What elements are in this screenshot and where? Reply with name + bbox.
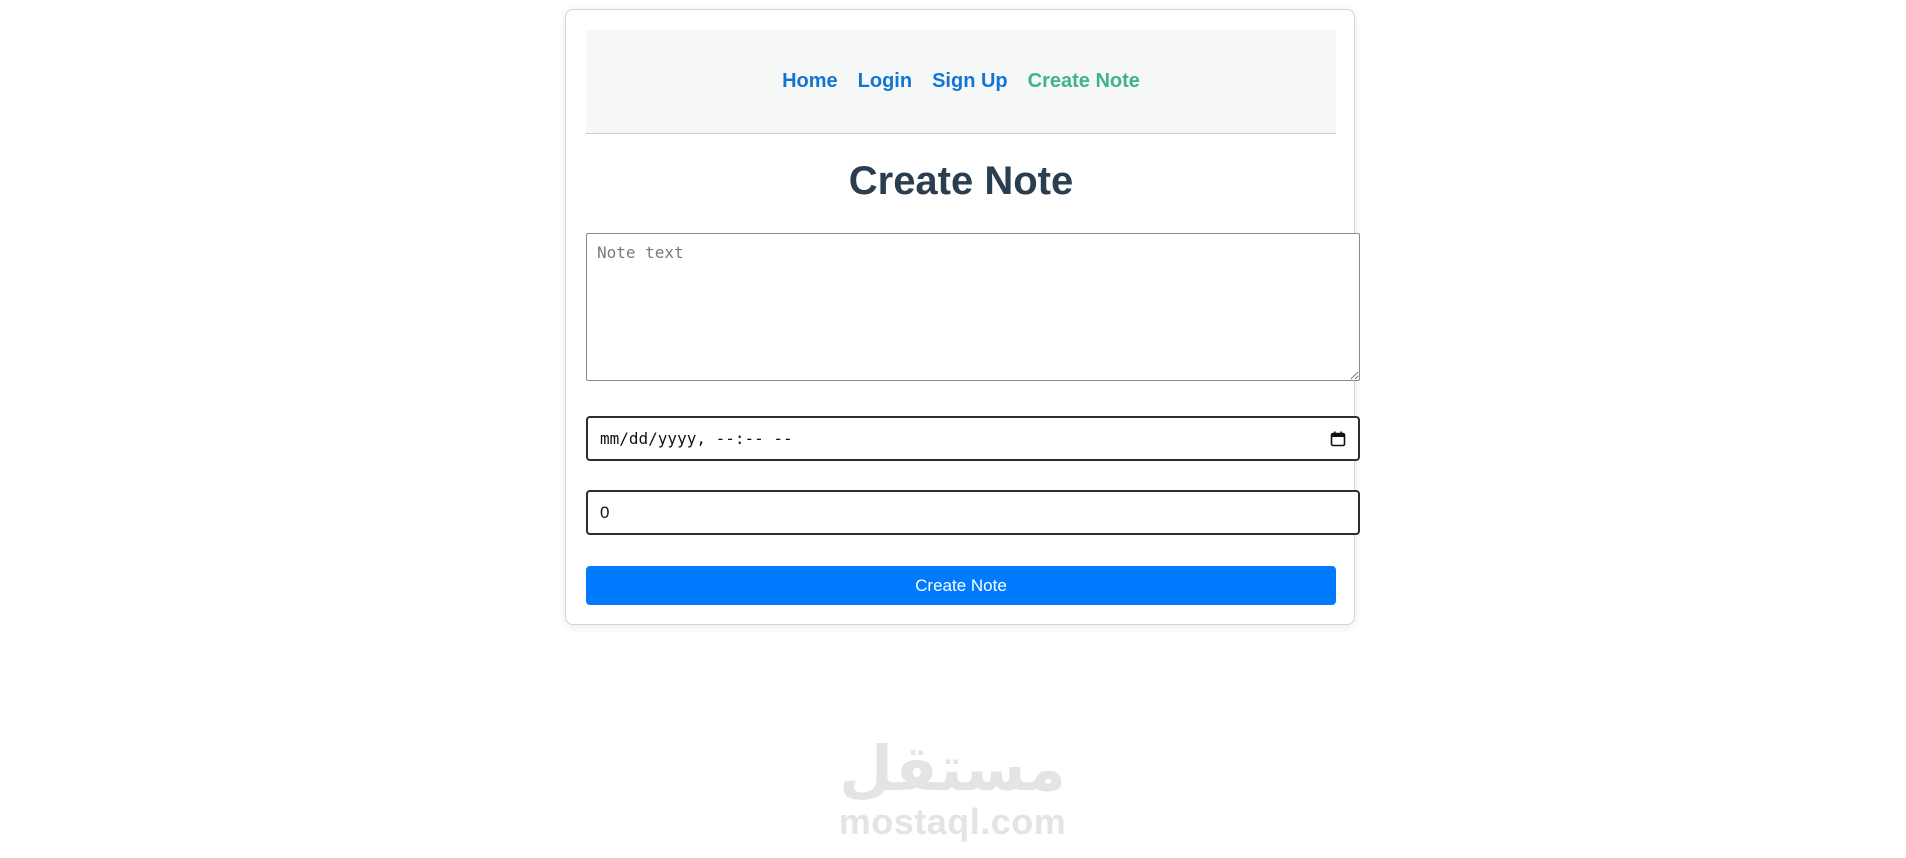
navbar: Home Login Sign Up Create Note xyxy=(586,30,1336,134)
nav-link-sign-up[interactable]: Sign Up xyxy=(932,70,1008,93)
watermark-arabic-text: مستقل xyxy=(839,732,1066,805)
number-value: 0 xyxy=(600,502,610,522)
calendar-icon[interactable] xyxy=(1330,431,1346,447)
nav-link-home[interactable]: Home xyxy=(782,70,838,93)
nav-link-create-note[interactable]: Create Note xyxy=(1028,70,1140,93)
datetime-input[interactable]: mm/dd/yyyy, --:-- -- xyxy=(586,416,1360,461)
watermark-latin-text: mostaql.com xyxy=(838,801,1067,842)
mostaql-watermark-logo: مستقل mostaql.com xyxy=(830,735,1075,841)
nav-link-login[interactable]: Login xyxy=(858,70,912,93)
number-input[interactable]: 0 xyxy=(586,490,1360,535)
note-text-input[interactable] xyxy=(586,233,1360,381)
datetime-value: mm/dd/yyyy, --:-- -- xyxy=(600,429,793,448)
page-title: Create Note xyxy=(848,159,1074,203)
create-note-button[interactable]: Create Note xyxy=(586,566,1336,605)
create-note-card: Home Login Sign Up Create Note Create No… xyxy=(565,9,1360,625)
